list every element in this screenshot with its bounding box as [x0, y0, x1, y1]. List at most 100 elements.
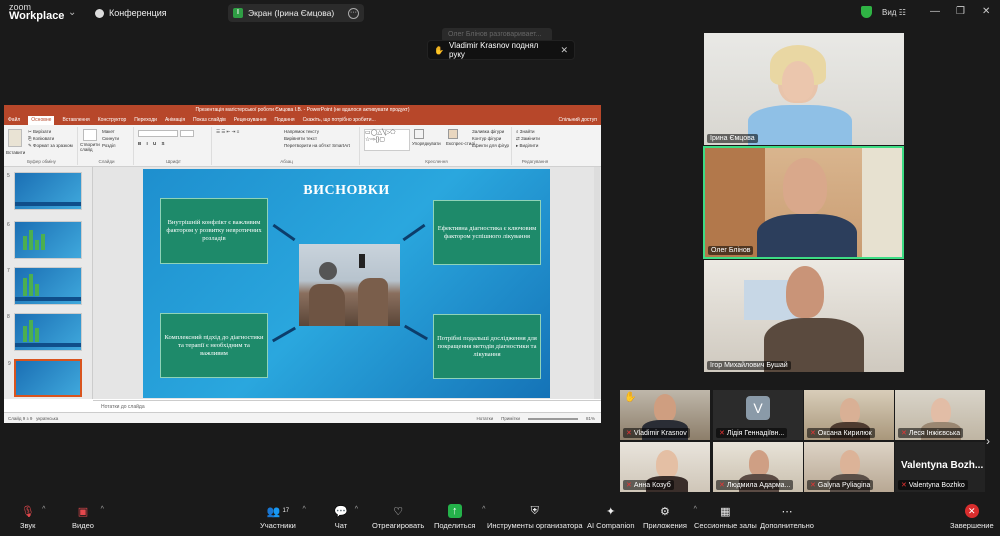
- font-name-input[interactable]: [138, 130, 178, 137]
- ppt-tab-view[interactable]: Подання: [274, 116, 294, 125]
- find-button[interactable]: ⌕ Знайти: [516, 128, 540, 135]
- more-button[interactable]: ⋯ Дополнительно: [760, 504, 814, 531]
- video-tile[interactable]: ✕ Оксана Кирилюк: [804, 390, 894, 440]
- notes-toggle[interactable]: Нотатки: [476, 413, 493, 423]
- thumb-strip: [15, 202, 81, 206]
- smartart-button[interactable]: Перетворити на об'єкт SmartArt: [284, 142, 350, 149]
- comments-toggle[interactable]: Примітки: [501, 413, 520, 423]
- react-button[interactable]: ♡ Отреагировать: [372, 504, 424, 531]
- shape-effects-button[interactable]: Ефекти для фігур: [472, 142, 509, 149]
- meeting-toolbar: 🎙 Звук ^ ▣ Видео ^ 👥 17 Участники ^ 💬 Чат…: [0, 500, 1000, 536]
- ppt-tab-transitions[interactable]: Переходи: [134, 116, 157, 125]
- language-indicator[interactable]: українська: [36, 416, 58, 421]
- end-meeting-button[interactable]: ✕ Завершение: [950, 504, 994, 530]
- chat-button[interactable]: 💬 Чат ^: [334, 504, 358, 531]
- font-format-buttons[interactable]: B I U S: [138, 140, 167, 147]
- list-buttons[interactable]: ☰ ☰ ⇤ ⇥ ≡: [216, 128, 239, 135]
- ppt-tab-insert[interactable]: Вставлення: [62, 116, 89, 125]
- screen-share-indicator[interactable]: I Экран (Ірина Ємцова) ···: [228, 4, 364, 22]
- mute-button[interactable]: 🎙 Звук ^: [20, 504, 45, 531]
- apps-button[interactable]: ⚙ Приложения ^: [643, 504, 697, 531]
- ppt-tab-review[interactable]: Рецензування: [234, 116, 267, 125]
- video-tile[interactable]: ✕ Анна Козуб: [620, 442, 710, 492]
- copy-button[interactable]: ⎘ Копіювати: [28, 135, 73, 142]
- video-tile[interactable]: ✋ ✕ Vladimir Krasnov: [620, 390, 710, 440]
- ppt-tab-slideshow[interactable]: Показ слайдів: [193, 116, 226, 125]
- close-toast-icon[interactable]: ✕: [560, 45, 568, 56]
- video-tile[interactable]: ✕ Galyna Pyliagina: [804, 442, 894, 492]
- minimize-icon[interactable]: —: [930, 6, 940, 17]
- view-menu-button[interactable]: Вид ☷: [882, 8, 906, 17]
- slide-thumbnails[interactable]: 5 6 7 8 9: [4, 167, 93, 399]
- zoom-slider[interactable]: [527, 413, 578, 423]
- video-tile[interactable]: Ігор Михайлович Бушай: [704, 260, 904, 372]
- slide-thumb-6[interactable]: 6: [7, 221, 82, 259]
- ppt-tab-home[interactable]: Основне: [28, 116, 55, 125]
- slide-thumb-7[interactable]: 7: [7, 267, 82, 305]
- shape-fill-button[interactable]: Заливка фігури: [472, 128, 509, 135]
- layout-button[interactable]: Макет: [102, 128, 119, 135]
- new-slide-icon[interactable]: [83, 129, 97, 141]
- paste-label[interactable]: Вставити: [6, 149, 25, 156]
- paste-icon[interactable]: [8, 129, 22, 147]
- slide-thumb-9[interactable]: 9: [8, 359, 82, 397]
- select-label: Виділити: [519, 143, 539, 148]
- share-screen-button[interactable]: ↑ Поделиться ^: [434, 504, 485, 530]
- ppt-tab-animations[interactable]: Анімація: [165, 116, 185, 125]
- breakout-rooms-button[interactable]: ▦ Сессионные залы: [694, 504, 757, 531]
- ppt-tell-me[interactable]: Скажіть, що потрібно зробити...: [303, 116, 376, 125]
- shape-outline-button[interactable]: Контур фігури: [472, 135, 509, 142]
- new-slide-label[interactable]: Створити слайд: [80, 142, 102, 152]
- arrange-icon[interactable]: [414, 129, 424, 139]
- meeting-info-button[interactable]: Конференция: [95, 8, 167, 18]
- video-tile[interactable]: Ірина Ємцова: [704, 33, 904, 145]
- video-button[interactable]: ▣ Видео ^: [72, 504, 104, 531]
- video-tile[interactable]: Valentyna Bozh... ✕ Valentyna Bozhko: [895, 442, 985, 492]
- restore-icon[interactable]: ❐: [956, 6, 965, 17]
- shapes-gallery[interactable]: ▭◯△╲▷⬠ ☆⇨{}▢: [364, 129, 410, 151]
- participant-name: ✕ Людмила Адарма...: [716, 480, 794, 490]
- arrange-label[interactable]: Упорядкувати: [412, 140, 441, 147]
- ppt-tab-design[interactable]: Конструктор: [98, 116, 127, 125]
- ppt-tab-file[interactable]: Файл: [8, 116, 20, 125]
- select-button[interactable]: ▸ Виділити: [516, 142, 540, 149]
- video-tile[interactable]: ✕ Леся Інжієвська: [895, 390, 985, 440]
- zoom-level[interactable]: 81%: [586, 413, 595, 423]
- align-text-button[interactable]: Вирівняти текст: [284, 135, 317, 142]
- format-painter-button[interactable]: ✎ Формат за зразком: [28, 142, 73, 149]
- replace-button[interactable]: ⇄ Замінити: [516, 135, 540, 142]
- shared-screen[interactable]: Презентація магістерської роботи Ємцова …: [4, 105, 601, 423]
- video-tile-active-speaker[interactable]: Олег Блінов: [703, 146, 904, 259]
- participant-name-text: Vladimir Krasnov: [633, 430, 687, 437]
- close-icon[interactable]: ✕: [982, 6, 990, 17]
- slide-thumb-5[interactable]: 5: [7, 172, 82, 210]
- slide-thumb-8[interactable]: 8: [7, 313, 82, 351]
- slide-scrollbar[interactable]: [594, 167, 600, 399]
- current-slide[interactable]: ВИСНОВКИ Внутрішній конфлікт є важливим …: [143, 169, 550, 398]
- ppt-share-button[interactable]: Спільний доступ: [559, 116, 597, 125]
- chevron-up-icon[interactable]: ^: [303, 506, 306, 513]
- chevron-up-icon[interactable]: ^: [42, 506, 45, 513]
- security-shield-icon[interactable]: [861, 6, 872, 18]
- cut-button[interactable]: ✂ Вирізати: [28, 128, 73, 135]
- notes-pane[interactable]: Нотатки до слайда: [93, 400, 601, 412]
- host-tools-button[interactable]: ⛨ Инструменты организатора: [487, 504, 583, 531]
- lightning-icon: [403, 324, 429, 341]
- next-page-chevron-icon[interactable]: ›: [986, 434, 990, 448]
- text-direction-button[interactable]: Напрямок тексту: [284, 128, 319, 135]
- video-tile[interactable]: ✕ Людмила Адарма...: [713, 442, 803, 492]
- video-tile[interactable]: V ✕ Лідія Геннадіївн...: [713, 390, 803, 440]
- chevron-up-icon[interactable]: ^: [482, 506, 485, 513]
- chevron-down-icon[interactable]: ⌄: [68, 7, 76, 18]
- quick-styles-icon[interactable]: [448, 129, 458, 139]
- quick-styles-label[interactable]: Експрес-стилі: [446, 140, 475, 147]
- participants-button[interactable]: 👥 17 Участники ^: [260, 504, 306, 531]
- chevron-up-icon[interactable]: ^: [101, 506, 104, 513]
- reset-button[interactable]: Скинути: [102, 135, 119, 142]
- font-size-input[interactable]: [180, 130, 194, 137]
- more-options-icon[interactable]: ···: [348, 7, 359, 19]
- chevron-up-icon[interactable]: ^: [355, 506, 358, 513]
- section-button[interactable]: Розділ: [102, 142, 119, 149]
- font-group-label: Шрифт: [166, 159, 181, 164]
- ai-companion-button[interactable]: ✦ AI Companion: [587, 504, 635, 531]
